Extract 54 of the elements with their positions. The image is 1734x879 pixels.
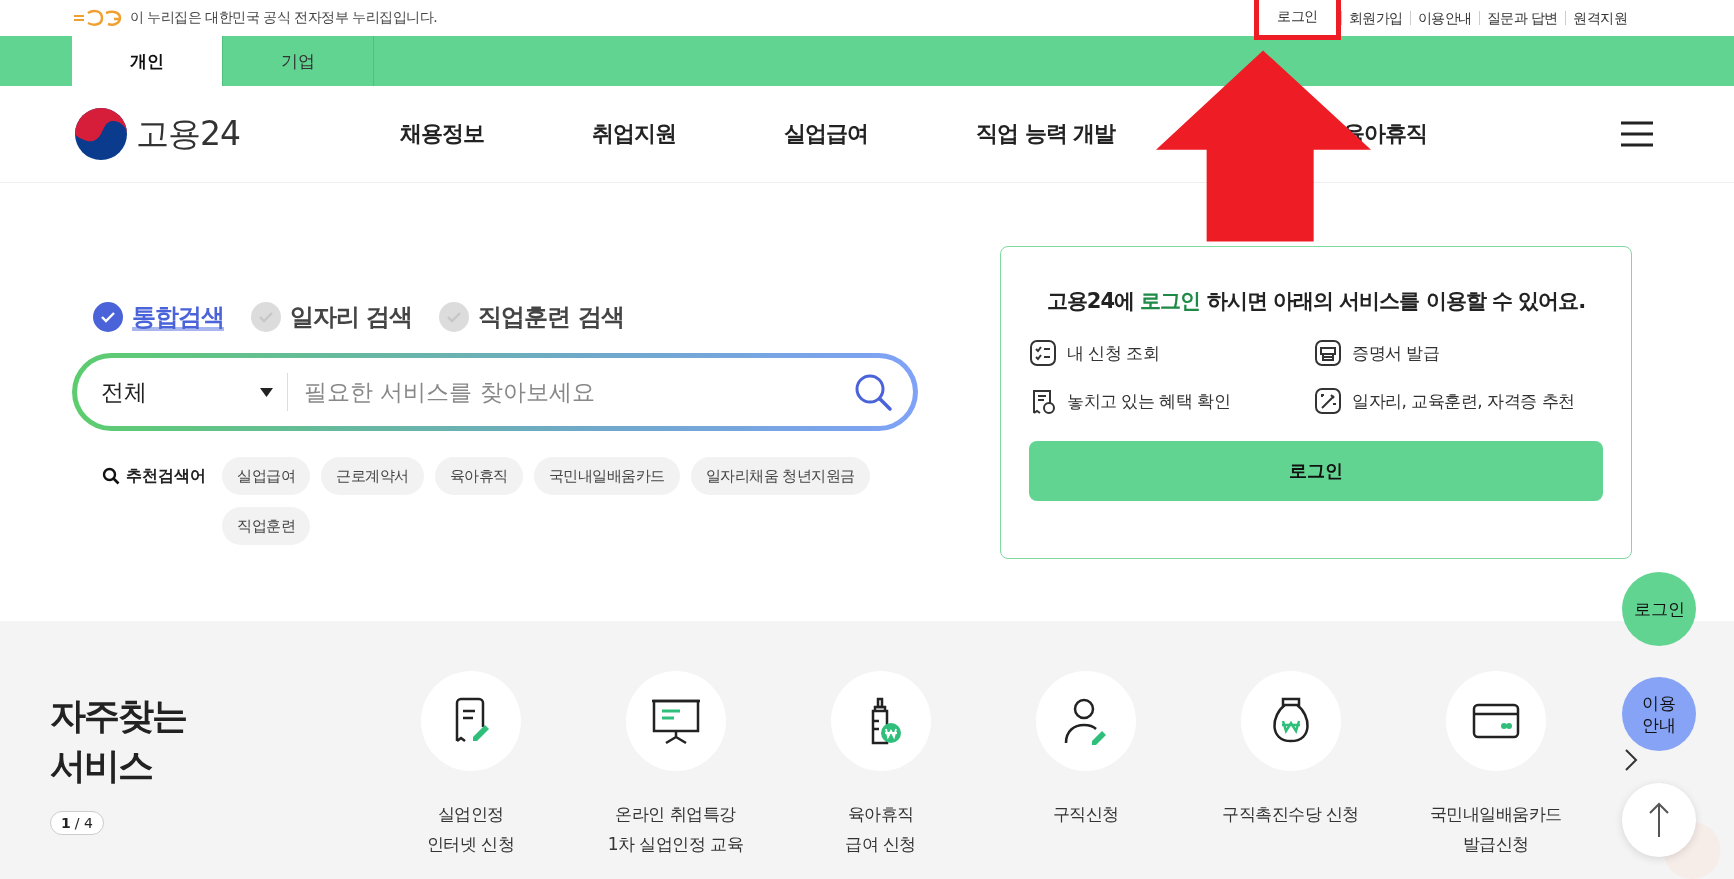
page-indicator: 1 / 4 [50,811,104,835]
service-label: 내 신청 조회 [1067,341,1160,365]
service-name[interactable]: 구직신청 [1052,799,1119,829]
service-name[interactable]: 육아휴직 급여 신청 [845,799,916,859]
caret-icon [260,387,273,397]
login-button[interactable]: 로그인 [1029,441,1603,501]
keyword-chip[interactable]: 직업훈련 [222,507,310,545]
arrow-up-icon [1648,802,1670,838]
search-field[interactable]: 전체 필요한 서비스를 찾아보세요 [72,353,918,431]
audience-tab[interactable]: 기업 [223,36,374,86]
keyword-chip[interactable]: 근로계약서 [321,457,424,495]
keyword-chip[interactable]: 실업급여 [222,457,310,495]
audience-tab[interactable]: 개인 [72,36,223,86]
service-name[interactable]: 실업인정 인터넷 신청 [426,799,515,859]
menu-item[interactable]: 취업지원 [592,120,676,148]
search-type-label[interactable]: 직업훈련 검색 [478,301,624,333]
emblem-icon [74,107,128,161]
chevron-right-icon[interactable] [1624,748,1638,772]
menu-item[interactable]: 채용정보 [400,120,484,148]
search-icon [102,467,120,485]
recommended-label: 추천검색어 [126,465,206,487]
logo-text: 고용24 [136,112,240,155]
menu-item[interactable]: 직업 능력 개발 [976,120,1116,148]
card-heading: 고용24에 로그인 하시면 아래의 서비스를 이용할 수 있어요. [1045,288,1587,315]
search-icon[interactable] [853,372,893,412]
check-icon[interactable] [250,301,282,333]
service-label: 놓치고 있는 혜택 확인 [1067,389,1231,413]
section-title: 자주찾는 서비스 [50,694,187,788]
service-label: 증명서 발급 [1352,341,1440,365]
service-name[interactable]: 국민내일배움카드 발급신청 [1429,799,1562,859]
check-icon[interactable] [92,301,124,333]
checklist-icon [1029,339,1057,367]
keyword-chip[interactable]: 국민내일배움카드 [533,457,680,495]
printer-icon [1314,339,1342,367]
check-icon[interactable] [438,301,471,333]
utility-link[interactable]: 이용안내 [1409,11,1479,25]
utility-link[interactable]: 원격지원 [1565,11,1634,25]
menu-icon[interactable] [1620,121,1654,147]
utility-link[interactable]: 회원가입 [1340,11,1410,25]
utility-link[interactable]: 질문과 답변 [1478,11,1565,25]
gov-notice: 이 누리집은 대한민국 공식 전자정부 누리집입니다. [130,9,438,27]
menu-item[interactable]: 실업급여 [784,120,868,148]
search-type-label[interactable]: 일자리 검색 [290,301,413,333]
magic-wand-icon [1314,387,1342,415]
service-name[interactable]: 온라인 취업특강 1차 실업인정 교육 [607,799,744,859]
keyword-chip[interactable]: 일자리채움 청년지원금 [690,457,870,495]
category-select[interactable]: 전체 [101,376,147,408]
search-type-label[interactable]: 통합검색 [132,301,224,333]
keyword-chip[interactable]: 육아휴직 [434,457,523,495]
emblem-icon [72,9,124,27]
service-name[interactable]: 구직촉진수당 신청 [1222,799,1359,829]
login-button[interactable]: 로그인 [1622,572,1696,646]
service-label: 일자리, 교육훈련, 자격증 추천 [1352,389,1575,413]
utility-link[interactable]: 로그인 [1273,8,1322,25]
